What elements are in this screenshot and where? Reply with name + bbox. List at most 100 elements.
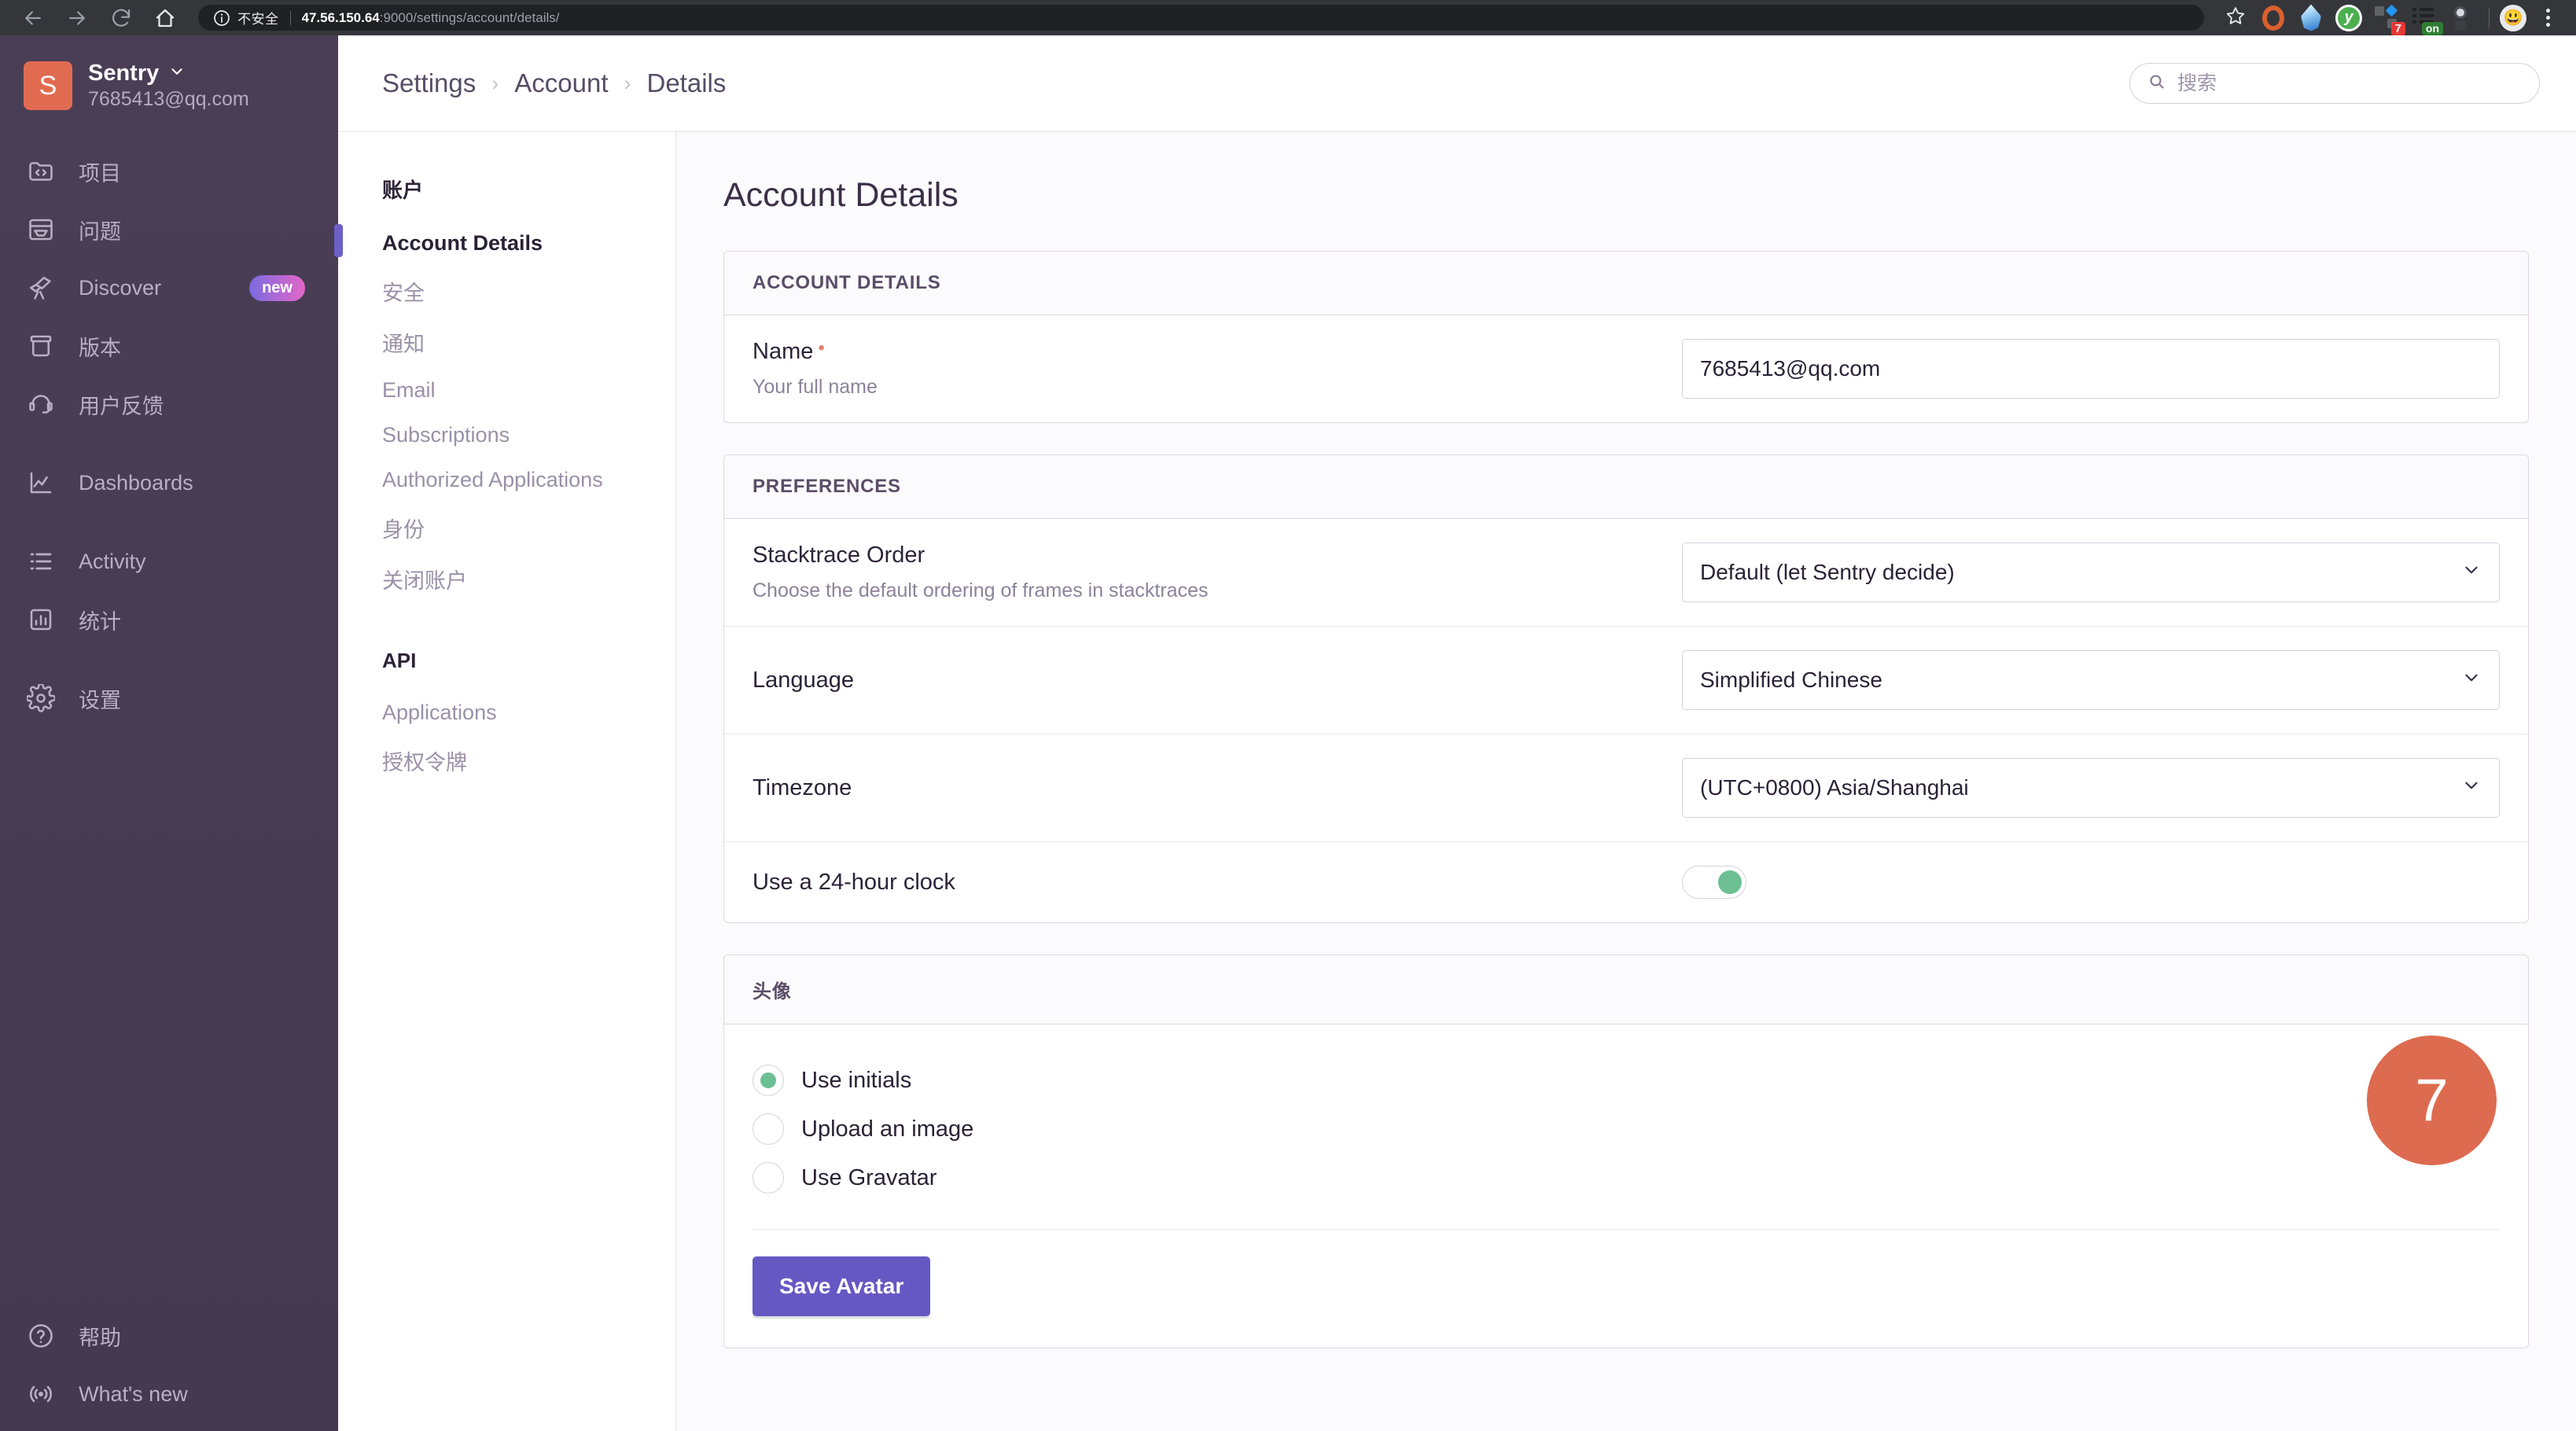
stacktrace-order-label: Stacktrace Order xyxy=(753,543,926,568)
timezone-select[interactable]: (UTC+0800) Asia/Shanghai xyxy=(1682,758,2500,818)
reload-icon xyxy=(109,6,133,30)
reload-button[interactable] xyxy=(99,0,143,35)
settings-nav-item-close-account[interactable]: 关闭账户 xyxy=(338,554,675,605)
sidebar-item-discover[interactable]: Discover new xyxy=(0,259,338,317)
language-select[interactable]: Simplified Chinese xyxy=(1682,650,2500,710)
settings-body: 账户 Account Details 安全 通知 Email Subscript… xyxy=(334,132,2576,1431)
sidebar-item-stats[interactable]: 统计 xyxy=(0,590,338,649)
avatar-option-upload-an-image[interactable]: Upload an image xyxy=(753,1105,2500,1153)
discover-telescope-icon xyxy=(24,270,58,305)
grid-extension-icon[interactable]: 7 xyxy=(2369,1,2405,35)
kebab-menu-icon[interactable] xyxy=(2530,1,2565,35)
sidebar-badge-new: new xyxy=(249,274,305,301)
avatar-footer: Save Avatar xyxy=(753,1230,2500,1348)
avatar-panel: 头像 Use initials Upload an image Use Grav… xyxy=(723,955,2529,1348)
sidebar-nav-main: 项目 问题 Discover new 版本 用户反馈 xyxy=(0,142,338,433)
org-name-row: Sentry xyxy=(88,61,249,86)
user-feedback-icon xyxy=(24,387,58,421)
avatar-preview: 7 xyxy=(2367,1036,2497,1165)
24-hour-clock-toggle[interactable] xyxy=(1682,866,1746,899)
breadcrumb-settings[interactable]: Settings xyxy=(382,68,476,98)
sidebar-item-issues[interactable]: 问题 xyxy=(0,200,338,259)
field-row-timezone: Timezone (UTC+0800) Asia/Shanghai xyxy=(724,734,2528,842)
search-box[interactable] xyxy=(2129,63,2540,104)
sidebar-item-help[interactable]: 帮助 xyxy=(0,1307,338,1365)
sidebar-item-whats-new[interactable]: What's new xyxy=(0,1365,338,1423)
preferences-panel: PREFERENCES Stacktrace Order Choose the … xyxy=(723,454,2529,923)
clock-label-group: Use a 24-hour clock xyxy=(753,870,955,896)
sidebar-item-user-feedback[interactable]: 用户反馈 xyxy=(0,375,338,433)
settings-nav-item-security[interactable]: 安全 xyxy=(338,266,675,317)
sidebar-item-dashboards[interactable]: Dashboards xyxy=(0,454,338,512)
breadcrumb-details[interactable]: Details xyxy=(647,68,727,98)
sidebar-item-label: Activity xyxy=(79,549,146,573)
sidebar-item-label: 帮助 xyxy=(79,1326,121,1350)
settings-nav-item-auth-tokens[interactable]: 授权令牌 xyxy=(338,735,675,786)
sidebar-nav-analytics: Activity 统计 xyxy=(0,532,338,649)
extensions-area: y 7 on xyxy=(2256,1,2482,35)
sidebar-nav-bottom: 帮助 What's new xyxy=(0,1307,338,1431)
magnifier-extension-icon[interactable] xyxy=(2445,1,2479,35)
sidebar-item-projects[interactable]: 项目 xyxy=(0,142,338,200)
language-control: Simplified Chinese xyxy=(1682,650,2500,710)
avatar-panel-body: Use initials Upload an image Use Gravata… xyxy=(724,1025,2528,1348)
sidebar-item-label: What's new xyxy=(79,1381,188,1406)
settings-nav-item-email[interactable]: Email xyxy=(338,368,675,413)
youdao-extension-icon[interactable]: y xyxy=(2331,1,2366,35)
url-text: 47.56.150.64:9000/settings/account/detai… xyxy=(302,10,560,26)
grid-extension-badge: 7 xyxy=(2390,21,2405,35)
avatar-option-use-gravatar[interactable]: Use Gravatar xyxy=(753,1153,2500,1202)
settings-nav-item-subscriptions[interactable]: Subscriptions xyxy=(338,413,675,458)
info-circle-icon[interactable] xyxy=(212,9,231,28)
language-label: Language xyxy=(753,667,855,693)
breadcrumb: Settings › Account › Details xyxy=(382,68,726,98)
settings-nav-item-authorized-applications[interactable]: Authorized Applications xyxy=(338,458,675,502)
settings-nav-item-applications[interactable]: Applications xyxy=(338,690,675,735)
sidebar-item-label: Dashboards xyxy=(79,470,193,495)
preferences-panel-header: PREFERENCES xyxy=(724,455,2528,519)
bookmark-button[interactable] xyxy=(2215,0,2256,35)
stacktrace-order-select[interactable]: Default (let Sentry decide) xyxy=(1682,543,2500,602)
sidebar-item-activity[interactable]: Activity xyxy=(0,532,338,590)
home-button[interactable] xyxy=(143,0,187,35)
settings-nav-heading-account: 账户 xyxy=(382,178,424,202)
sidebar-item-settings[interactable]: 设置 xyxy=(0,669,338,727)
24-hour-clock-label: Use a 24-hour clock xyxy=(753,869,955,895)
stats-bar-icon xyxy=(24,602,58,637)
profile-avatar-icon[interactable]: 😃 xyxy=(2496,1,2530,35)
toggle-knob xyxy=(1718,870,1742,894)
settings-nav-item-notifications[interactable]: 通知 xyxy=(338,317,675,368)
settings-nav-item-identities[interactable]: 身份 xyxy=(338,502,675,554)
avatar-option-use-initials[interactable]: Use initials xyxy=(753,1056,2500,1105)
stacktrace-label-group: Stacktrace Order Choose the default orde… xyxy=(753,543,1208,602)
opera-gx-extension-icon[interactable] xyxy=(2256,1,2291,35)
sidebar-item-label: 用户反馈 xyxy=(79,394,164,418)
name-help-text: Your full name xyxy=(753,376,878,398)
name-label-group: Name • Your full name xyxy=(753,339,878,399)
breadcrumb-account[interactable]: Account xyxy=(514,68,608,98)
org-switcher[interactable]: S Sentry 7685413@qq.com xyxy=(0,53,338,111)
water-drop-extension-icon[interactable] xyxy=(2294,1,2328,35)
name-control xyxy=(1682,339,2500,399)
back-button[interactable] xyxy=(11,0,55,35)
timezone-control: (UTC+0800) Asia/Shanghai xyxy=(1682,758,2500,818)
account-details-panel: ACCOUNT DETAILS Name • Your full name xyxy=(723,251,2529,423)
org-email: 7685413@qq.com xyxy=(88,88,249,110)
avatar-panel-header: 头像 xyxy=(724,955,2528,1025)
url-path: :9000/settings/account/details/ xyxy=(379,9,560,25)
address-bar[interactable]: 不安全 47.56.150.64:9000/settings/account/d… xyxy=(198,5,2204,31)
forward-button[interactable] xyxy=(55,0,99,35)
sidebar-item-releases[interactable]: 版本 xyxy=(0,317,338,375)
dashboards-chart-icon xyxy=(24,465,58,500)
help-question-icon xyxy=(24,1319,58,1353)
radio-unselected-icon xyxy=(753,1113,784,1145)
releases-icon xyxy=(24,329,58,363)
sidebar-divider-1 xyxy=(0,433,338,454)
name-input[interactable] xyxy=(1682,339,2500,399)
chevron-down-icon xyxy=(2461,775,2482,800)
list-extension-icon[interactable]: on xyxy=(2407,1,2443,35)
sidebar-divider-3 xyxy=(0,649,338,669)
search-input[interactable] xyxy=(2177,72,2522,95)
save-avatar-button[interactable]: Save Avatar xyxy=(753,1256,931,1316)
settings-nav-item-account-details[interactable]: Account Details xyxy=(334,221,675,266)
